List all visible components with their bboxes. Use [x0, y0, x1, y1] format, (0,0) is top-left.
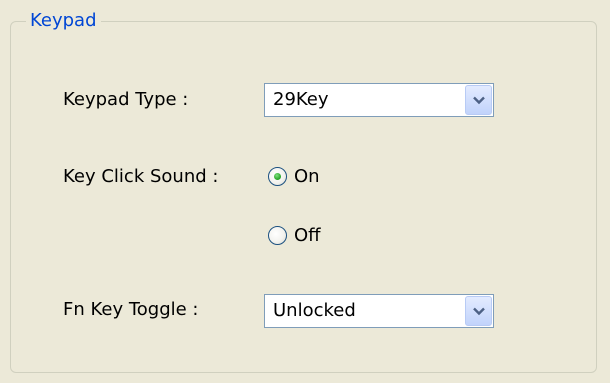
keypad-type-value: 29Key — [273, 89, 329, 110]
keypad-type-select[interactable]: 29Key — [264, 83, 494, 117]
keypad-type-dropdown-button[interactable] — [465, 85, 492, 115]
groupbox-title: Keypad — [26, 9, 101, 33]
key-click-sound-off-label[interactable]: Off — [294, 224, 321, 248]
chevron-down-icon — [473, 96, 485, 105]
chevron-down-icon — [473, 307, 485, 316]
key-click-sound-on-label[interactable]: On — [294, 165, 320, 189]
fn-key-toggle-value: Unlocked — [273, 300, 356, 321]
radio-dot-icon — [274, 173, 281, 180]
fn-key-toggle-dropdown-button[interactable] — [465, 296, 492, 326]
key-click-sound-label: Key Click Sound : — [63, 166, 219, 187]
radio-unselected-icon — [268, 226, 287, 245]
fn-key-toggle-label: Fn Key Toggle : — [63, 299, 199, 320]
radio-selected-icon — [268, 167, 287, 186]
fn-key-toggle-select[interactable]: Unlocked — [264, 294, 494, 328]
keypad-type-label: Keypad Type : — [63, 89, 189, 110]
